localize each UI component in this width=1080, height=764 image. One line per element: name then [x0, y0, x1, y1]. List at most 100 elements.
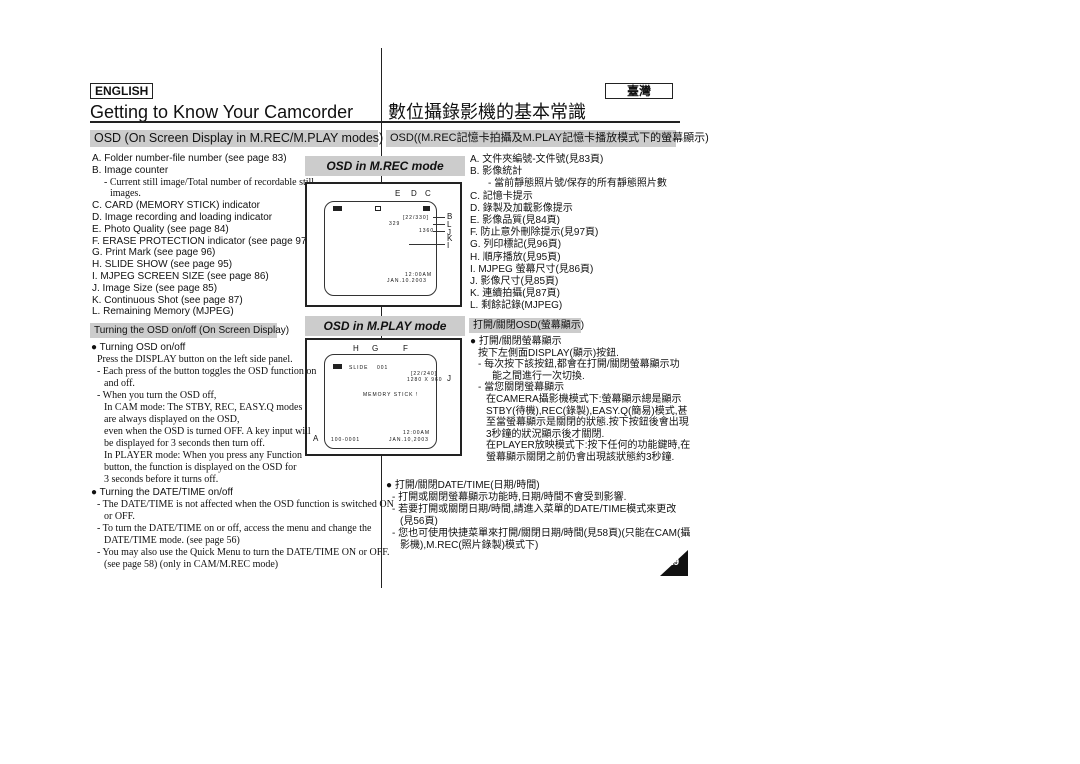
- list-item: B. 影像統計: [470, 166, 523, 178]
- text-line: 3 seconds before it turns off.: [104, 474, 219, 485]
- list-item: A. 文件夾編號-文件號(見83頁): [470, 154, 604, 165]
- callout-e: E: [395, 189, 401, 198]
- list-item: I. MJPEG SCREEN SIZE (see page 86): [92, 270, 269, 282]
- text-line: In PLAYER mode: When you press any Funct…: [104, 450, 303, 461]
- section-bar-en: OSD (On Screen Display in M.REC/M.PLAY m…: [90, 130, 383, 147]
- print-mark: 001: [377, 365, 389, 371]
- text-line: - 每次按下該按鈕,都會在打開/關閉螢幕顯示功: [478, 359, 680, 371]
- battery-icon: [333, 364, 342, 369]
- text-line: 3秒鐘的狀況顯示後才關閉.: [486, 428, 605, 440]
- list-item: images.: [110, 188, 141, 200]
- text-line: - 打開或關閉螢幕顯示功能時,日期/時間不會受到影響.: [392, 492, 627, 503]
- text-line: Press the DISPLAY button on the left sid…: [97, 354, 293, 365]
- callout-i: I: [447, 241, 450, 250]
- text-line: are always displayed on the OSD,: [104, 414, 240, 425]
- text-line: button, the function is displayed on the…: [104, 462, 297, 473]
- callout-d: D: [411, 189, 417, 198]
- callout-h: H: [353, 344, 359, 353]
- remaining-memory: 329: [389, 221, 401, 227]
- list-item: G. 列印標記(見96頁): [470, 239, 562, 251]
- osd-onoff-text-tw: ● 打開/關閉螢幕顯示 按下左側面DISPLAY(顯示)按鈕. - 每次按下該按…: [470, 336, 690, 464]
- page-title-en: Getting to Know Your Camcorder: [90, 102, 354, 122]
- text-line: 能之間進行一次切換.: [492, 370, 585, 382]
- memory-stick-warning: MEMORY STICK !: [363, 392, 419, 398]
- bullet-heading: ● 打開/關閉螢幕顯示: [470, 336, 562, 347]
- text-line: - When you turn the OSD off,: [97, 390, 217, 401]
- bullet-heading: ● Turning OSD on/off: [91, 342, 186, 353]
- list-item: D. Image recording and loading indicator: [92, 211, 273, 223]
- osd-onoff-text-en: ● Turning OSD on/off Press the DISPLAY b…: [91, 342, 316, 486]
- list-item: J. Image Size (see page 85): [92, 282, 218, 294]
- legend-list-tw: A. 文件夾編號-文件號(見83頁) B. 影像統計 - 當前靜態照片號/保存的…: [470, 154, 667, 313]
- callout-f: F: [403, 344, 408, 353]
- list-item: H. 順序播放(見95頁): [470, 251, 561, 263]
- list-item: K. 連續拍攝(見87頁): [470, 288, 561, 300]
- text-line: 在CAMERA攝影機模式下:螢幕顯示總是顯示: [486, 393, 682, 405]
- bullet-heading: ● Turning the DATE/TIME on/off: [91, 487, 233, 498]
- osd-onoff-heading-tw: 打開/關閉OSD(螢幕顯示): [469, 318, 584, 333]
- text-line: 影機),M.REC(照片錄製)模式下): [400, 540, 539, 551]
- text-line: - 您也可使用快捷菜單來打開/關閉日期/時間(見58頁)(只能在CAM(攝: [392, 528, 691, 539]
- text-line: and off.: [104, 378, 135, 389]
- callout-g: G: [372, 344, 379, 353]
- list-item: - 當前靜態照片號/保存的所有靜態照片數: [488, 178, 667, 190]
- language-label-taiwan: 臺灣: [605, 83, 673, 99]
- list-item: J. 影像尺寸(見85頁): [470, 276, 559, 288]
- list-item: C. CARD (MEMORY STICK) indicator: [92, 200, 260, 212]
- page-title-tw: 數位攝錄影機的基本常識: [388, 102, 586, 122]
- datetime-text-tw: ● 打開/關閉DATE/TIME(日期/時間) - 打開或關閉螢幕顯示功能時,日…: [386, 480, 690, 552]
- time-readout: 12:00AM: [403, 430, 431, 436]
- text-line: 在PLAYER放映模式下:按下任何的功能鍵時,在: [486, 440, 691, 452]
- callout-j: J: [447, 374, 451, 383]
- callout-line: [433, 231, 445, 232]
- list-item: F. ERASE PROTECTION indicator (see page …: [92, 235, 310, 247]
- legend-list-en: A. Folder number-file number (see page 8…: [92, 153, 314, 318]
- text-line: DATE/TIME mode. (see page 56): [104, 535, 240, 546]
- date-readout: JAN.10,2003: [389, 437, 429, 443]
- text-line: - You may also use the Quick Menu to tur…: [97, 547, 390, 558]
- list-item: D. 錄製及加載影像提示: [470, 202, 573, 214]
- callout-line: [409, 244, 445, 245]
- title-rule: [90, 121, 680, 123]
- list-item: G. Print Mark (see page 96): [92, 247, 216, 259]
- text-line: be displayed for 3 seconds then turn off…: [104, 438, 265, 449]
- image-counter: [22/330]: [403, 215, 430, 221]
- slide-indicator: SLIDE: [349, 365, 369, 371]
- list-item: C. 記憶卡提示: [470, 190, 533, 202]
- page-number: 19: [668, 557, 680, 568]
- mrec-mode-title: OSD in M.REC mode: [305, 156, 465, 176]
- list-item: L. 剩餘記錄(MJPEG): [470, 300, 563, 312]
- datetime-text-en: ● Turning the DATE/TIME on/off - The DAT…: [91, 487, 394, 571]
- text-line: even when the OSD is turned OFF. A key i…: [104, 426, 311, 437]
- list-item: K. Continuous Shot (see page 87): [92, 294, 243, 306]
- image-size: 1360: [419, 228, 435, 234]
- text-line: 螢幕顯示關閉之前仍會出現該狀態約3秒鐘.: [486, 451, 675, 463]
- section-bar-tw: OSD((M.REC記憶卡拍攝及M.PLAY記憶卡播放模式下的螢幕顯示): [386, 130, 709, 147]
- list-item: L. Remaining Memory (MJPEG): [92, 306, 234, 318]
- callout-c: C: [425, 189, 431, 198]
- text-line: or OFF.: [104, 511, 135, 522]
- callout-line: [433, 217, 445, 218]
- text-line: (見56頁): [400, 516, 438, 527]
- list-item: E. Photo Quality (see page 84): [92, 223, 229, 235]
- mplay-osd-diagram: H G F SLIDE 001 [22/240] 1280 X 960 J ME…: [305, 338, 462, 456]
- mrec-osd-diagram: E D C [22/330] 329 1360 B L J K I 12:00A…: [305, 182, 462, 307]
- language-label-english: ENGLISH: [90, 83, 154, 99]
- list-item: E. 影像品質(見84頁): [470, 215, 561, 227]
- list-item: H. SLIDE SHOW (see page 95): [92, 259, 233, 271]
- mplay-mode-title: OSD in M.PLAY mode: [305, 316, 465, 336]
- callout-line: [433, 224, 445, 225]
- text-line: - 當您關閉螢幕顯示: [478, 382, 565, 394]
- list-item: - Current still image/Total number of re…: [104, 176, 315, 188]
- file-number: 100-0001: [331, 437, 361, 443]
- card-icon: [423, 206, 430, 211]
- date-readout: JAN.10.2003: [387, 278, 427, 284]
- text-line: 按下左側面DISPLAY(顯示)按鈕.: [478, 347, 619, 359]
- text-line: In CAM mode: The STBY, REC, EASY.Q modes: [104, 402, 303, 413]
- image-size: 1280 X 960: [407, 377, 443, 383]
- osd-onoff-heading-en: Turning the OSD on/off (On Screen Displa…: [90, 323, 289, 338]
- text-line: STBY(待機),REC(錄製),EASY.Q(簡易)模式,甚: [486, 405, 688, 417]
- list-item: B. Image counter: [92, 164, 169, 176]
- list-item: F. 防止意外刪除提示(見97頁): [470, 227, 599, 239]
- text-line: - Each press of the button toggles the O…: [97, 366, 317, 377]
